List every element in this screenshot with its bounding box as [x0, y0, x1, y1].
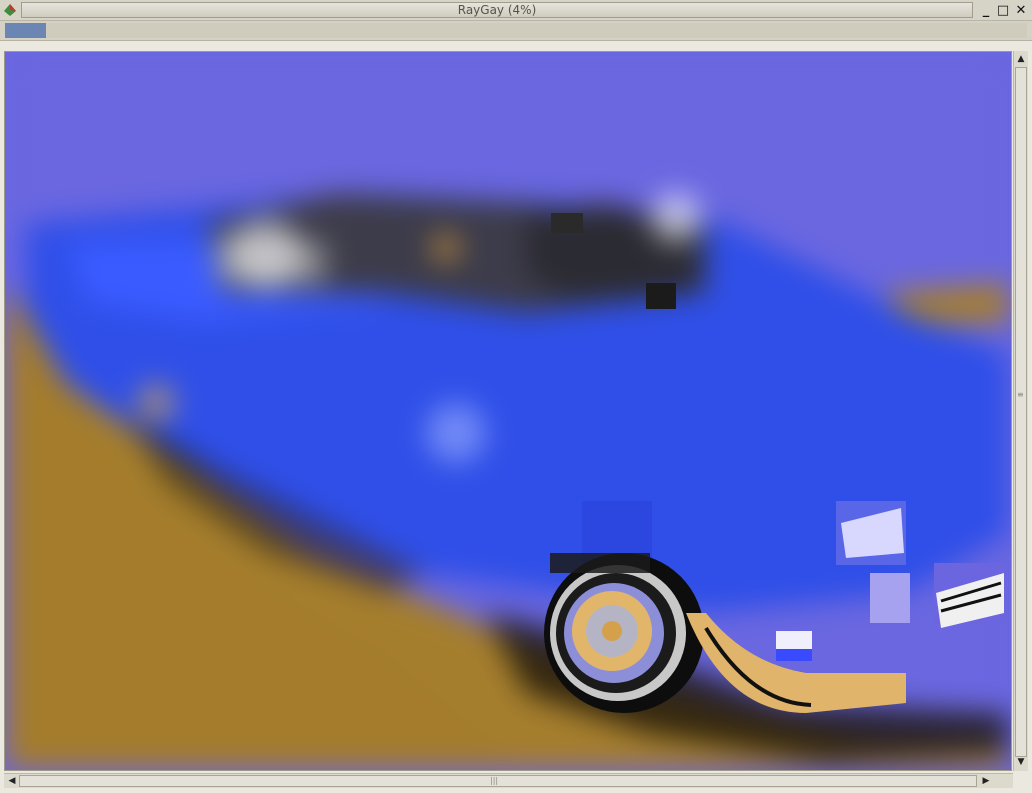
- scroll-left-icon[interactable]: ◀: [5, 774, 19, 788]
- close-icon: ✕: [1015, 3, 1027, 18]
- scroll-grip-icon: ≡: [1017, 390, 1024, 399]
- render-image-sharp-tiles: [544, 213, 1004, 713]
- scroll-grip-icon: |||: [490, 776, 499, 785]
- horizontal-scrollbar[interactable]: ◀ ||| ▶: [4, 773, 1013, 788]
- maximize-icon: □: [996, 3, 1010, 18]
- maximize-button[interactable]: □: [995, 3, 1011, 18]
- minimize-icon: _: [982, 3, 990, 18]
- minimize-button[interactable]: _: [978, 3, 994, 18]
- scroll-down-icon[interactable]: ▼: [1014, 755, 1028, 769]
- vertical-scroll-thumb[interactable]: ≡: [1015, 67, 1027, 757]
- render-viewport[interactable]: [4, 51, 1012, 771]
- progress-toolbar: [0, 21, 1032, 41]
- render-progress-bar: [5, 23, 1027, 38]
- close-button[interactable]: ✕: [1013, 3, 1029, 18]
- title-bar: RayGay (4%) _ □ ✕: [0, 0, 1032, 21]
- scroll-up-icon[interactable]: ▲: [1014, 52, 1028, 66]
- render-progress-fill: [5, 23, 46, 38]
- app-icon[interactable]: [3, 3, 17, 17]
- vertical-scrollbar[interactable]: ▲ ≡ ▼: [1013, 51, 1028, 771]
- window-title: RayGay (4%): [21, 2, 973, 18]
- horizontal-scroll-thumb[interactable]: |||: [19, 775, 977, 787]
- scroll-right-icon[interactable]: ▶: [979, 774, 993, 788]
